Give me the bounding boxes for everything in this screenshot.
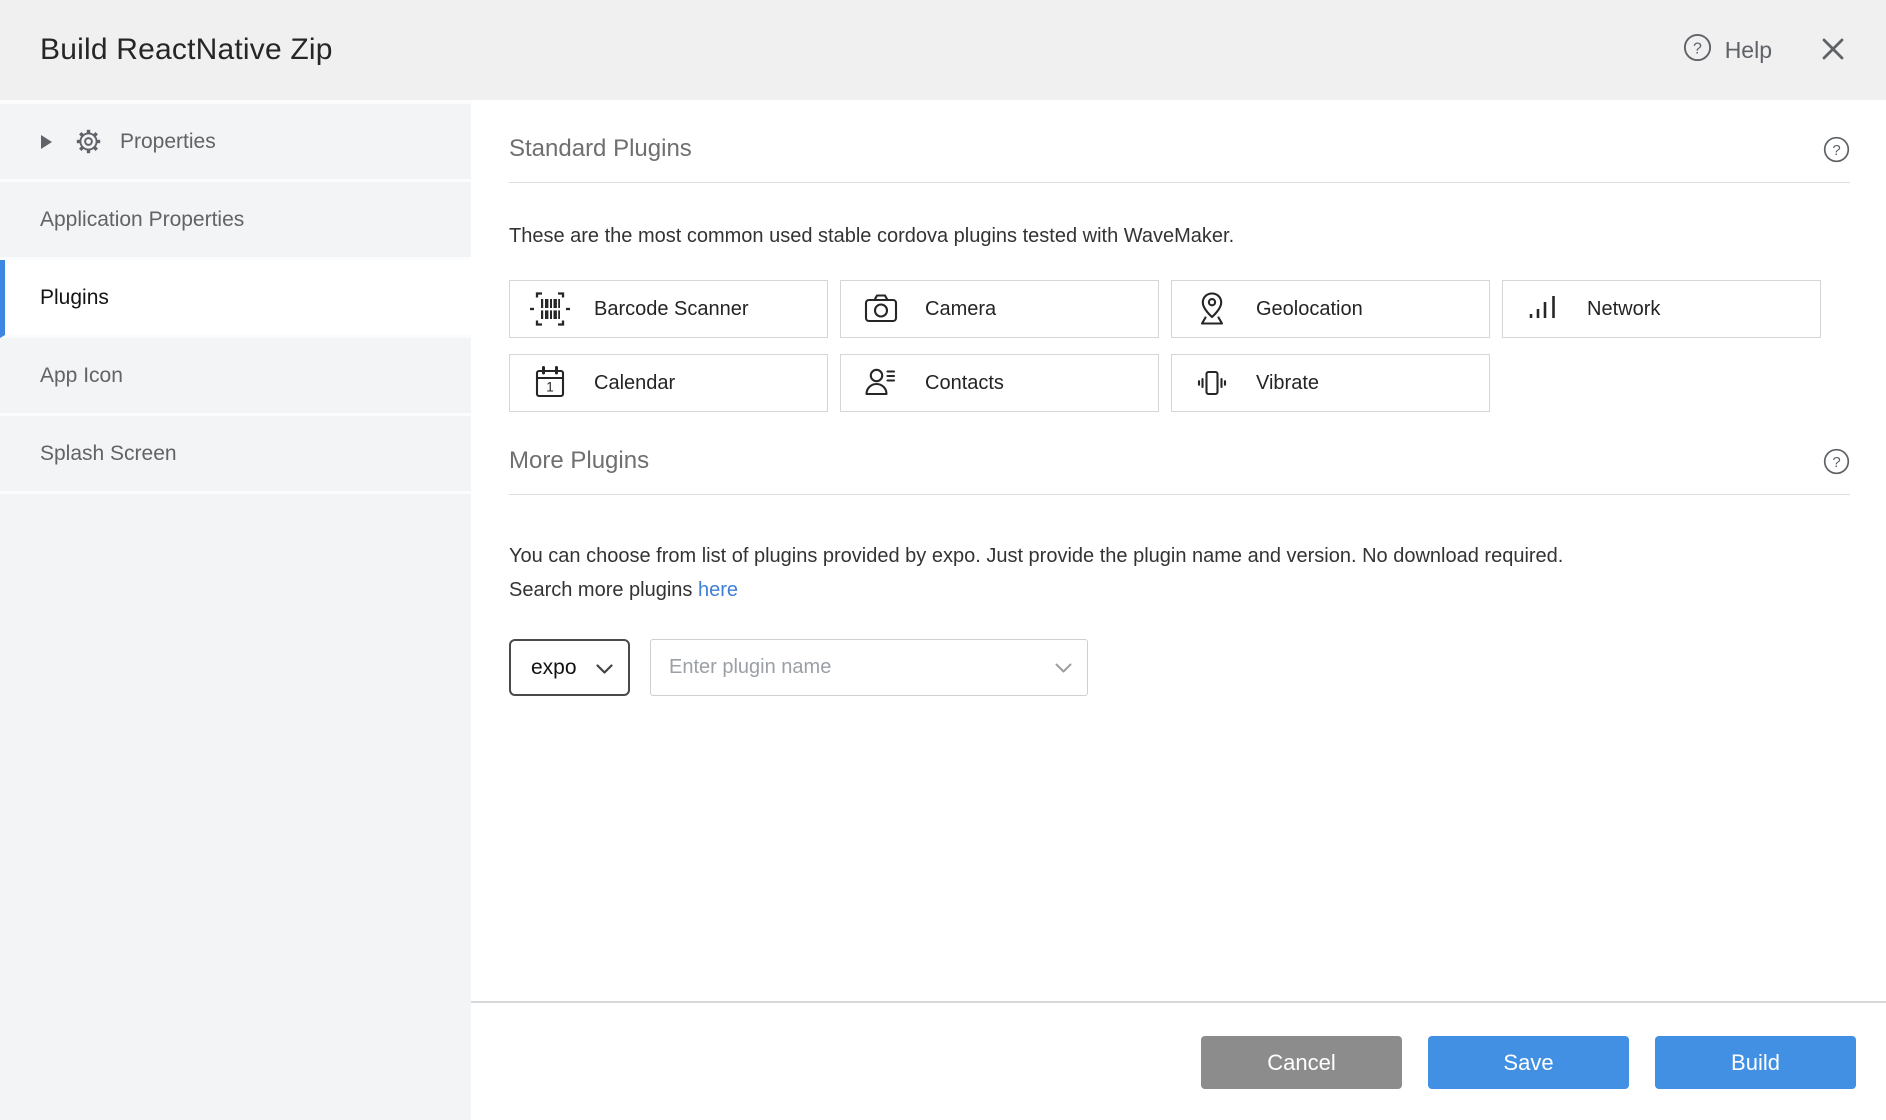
sidebar-item-plugins[interactable]: Plugins (0, 260, 471, 338)
sidebar-item-app-icon[interactable]: App Icon (0, 338, 471, 416)
sidebar-item-label: Splash Screen (40, 442, 177, 466)
save-button[interactable]: Save (1428, 1036, 1629, 1089)
main-panel: Standard Plugins ? These are the most co… (471, 100, 1886, 1120)
close-icon (1818, 34, 1848, 67)
svg-text:1: 1 (546, 380, 554, 395)
plugin-card-label: Vibrate (1256, 372, 1319, 395)
sidebar: Properties Application Properties Plugins… (0, 100, 471, 1120)
standard-plugins-title: Standard Plugins (509, 135, 692, 163)
standard-plugins-help-icon[interactable]: ? (1823, 136, 1850, 163)
network-icon (1521, 289, 1565, 329)
sidebar-item-properties[interactable]: Properties (0, 104, 471, 182)
sidebar-item-label: Properties (120, 130, 216, 154)
chevron-down-icon (596, 656, 613, 680)
help-label: Help (1725, 37, 1772, 64)
close-button[interactable] (1818, 34, 1848, 67)
dialog-footer: Cancel Save Build (471, 1001, 1886, 1120)
build-reactnative-dialog: Build ReactNative Zip ? Help (0, 0, 1886, 1120)
cancel-button[interactable]: Cancel (1201, 1036, 1402, 1089)
provider-select[interactable]: expo (509, 639, 630, 696)
more-plugins-help-icon[interactable]: ? (1823, 448, 1850, 475)
build-button[interactable]: Build (1655, 1036, 1856, 1089)
plugin-card-label: Geolocation (1256, 298, 1363, 321)
calendar-icon: 1 (528, 363, 572, 403)
caret-right-icon (40, 134, 53, 150)
gear-icon (75, 128, 102, 155)
dialog-header: Build ReactNative Zip ? Help (0, 0, 1886, 100)
provider-select-value: expo (531, 656, 577, 680)
plugin-card-label: Barcode Scanner (594, 298, 749, 321)
sidebar-item-label: Application Properties (40, 208, 244, 232)
plugin-card-barcode-scanner[interactable]: Barcode Scanner (509, 280, 828, 338)
svg-text:?: ? (1832, 454, 1840, 471)
plugin-card-label: Camera (925, 298, 996, 321)
plugin-name-input[interactable] (650, 639, 1088, 696)
more-plugins-title: More Plugins (509, 447, 649, 475)
sidebar-item-label: App Icon (40, 364, 123, 388)
sidebar-item-label: Plugins (40, 286, 109, 310)
svg-text:?: ? (1832, 142, 1840, 159)
sidebar-item-application-properties[interactable]: Application Properties (0, 182, 471, 260)
barcode-scanner-icon (528, 288, 572, 330)
standard-plugins-section: Standard Plugins ? These are the most co… (509, 135, 1850, 412)
vibrate-icon (1190, 363, 1234, 403)
more-plugins-description-line2: Search more plugins here (509, 573, 1850, 607)
plugin-cards: Barcode Scanner Camera Geolocation Network 1… (509, 280, 1829, 412)
plugin-card-network[interactable]: Network (1502, 280, 1821, 338)
more-plugins-description-line1: You can choose from list of plugins prov… (509, 539, 1850, 573)
sidebar-item-splash-screen[interactable]: Splash Screen (0, 416, 471, 494)
plugin-card-label: Contacts (925, 372, 1004, 395)
geolocation-icon (1190, 289, 1234, 329)
plugin-card-contacts[interactable]: Contacts (840, 354, 1159, 412)
section-divider (509, 182, 1850, 183)
plugin-card-calendar[interactable]: 1 Calendar (509, 354, 828, 412)
more-plugins-section: More Plugins ? You can choose from list … (509, 447, 1850, 696)
svg-text:?: ? (1693, 40, 1702, 57)
plugin-card-geolocation[interactable]: Geolocation (1171, 280, 1490, 338)
plugin-controls: expo (509, 639, 1850, 696)
here-link[interactable]: here (698, 579, 738, 601)
help-button[interactable]: ? Help (1683, 33, 1772, 68)
plugin-card-label: Network (1587, 298, 1660, 321)
help-icon: ? (1683, 33, 1712, 68)
section-divider (509, 494, 1850, 495)
plugin-card-camera[interactable]: Camera (840, 280, 1159, 338)
camera-icon (859, 289, 903, 329)
more-plugins-description: You can choose from list of plugins prov… (509, 539, 1850, 607)
contacts-icon (859, 363, 903, 403)
standard-plugins-description: These are the most common used stable co… (509, 225, 1850, 248)
plugin-card-label: Calendar (594, 372, 675, 395)
dialog-title: Build ReactNative Zip (40, 33, 333, 67)
plugin-card-vibrate[interactable]: Vibrate (1171, 354, 1490, 412)
plugin-name-combobox (650, 639, 1088, 696)
